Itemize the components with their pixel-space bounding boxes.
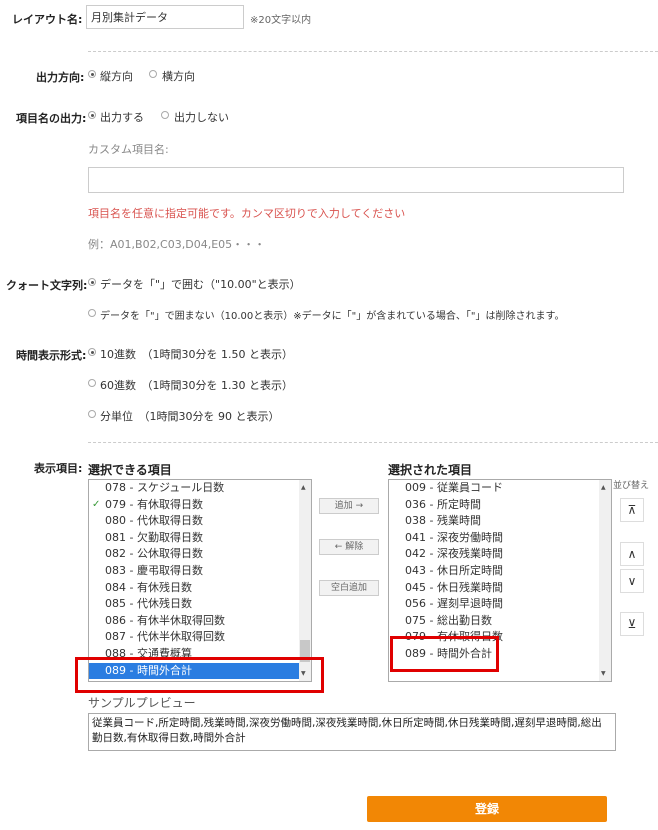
quote-no-radio[interactable] [88,309,96,317]
quote-yes-label: データを「"」で囲む（"10.00"と表示） [100,278,301,291]
layout-name-label: レイアウト名: [12,13,83,26]
time-sexagesimal-label: 60進数 （1時間30分を 1.30 と表示） [100,379,293,392]
header-output-no-radio[interactable] [161,111,169,119]
available-items-listbox[interactable]: 078 - スケジュール日数 ✓ 079 - 有休取得日数 080 - 代休取得日数 0… [88,479,312,682]
available-item-label: 082 - 公休取得日数 [105,547,203,561]
scroll-up-icon[interactable]: ▲ [301,484,306,491]
direction-horizontal-label: 横方向 [162,70,195,83]
quote-label: クォート文字列: [6,279,88,292]
selected-item[interactable]: 045 - 休日残業時間 [389,580,503,597]
quote-yes-radio[interactable] [88,278,96,286]
available-item[interactable]: 082 - 公休取得日数 [89,546,299,563]
available-item-label: 083 - 慶弔取得日数 [105,564,203,577]
preview-label: サンプルプレビュー [88,696,196,710]
direction-vertical-label: 縦方向 [100,70,133,83]
available-item[interactable]: 084 - 有休残日数 [89,580,299,597]
move-down-button[interactable]: ∨ [620,569,644,593]
available-item-label: 079 - 有休取得日数 [105,497,203,511]
check-icon: ✓ [92,498,101,510]
output-direction-label: 出力方向: [36,71,85,84]
available-item[interactable]: 080 - 代休取得日数 [89,513,299,530]
direction-vertical-radio[interactable] [88,70,96,78]
selected-items-scrollbar[interactable]: ▲ ▼ [599,480,611,681]
time-decimal-label: 10進数 （1時間30分を 1.50 と表示） [100,348,293,361]
selected-item[interactable]: 038 - 残業時間 [389,513,481,530]
selected-item[interactable]: 036 - 所定時間 [389,497,481,514]
available-item-label: 085 - 代休残日数 [105,597,192,611]
selected-item[interactable]: 042 - 深夜残業時間 [389,546,503,563]
time-minutes-label: 分単位 （1時間30分を 90 と表示） [100,410,280,423]
header-output-no-label: 出力しない [174,111,229,124]
display-items-label: 表示項目: [34,462,83,475]
selected-item[interactable]: 041 - 深夜労働時間 [389,530,503,547]
available-item-label: 080 - 代休取得日数 [105,514,203,528]
add-button[interactable]: 追加 → [319,498,379,514]
selected-item[interactable]: 075 - 総出勤日数 [389,613,492,630]
scroll-up-icon[interactable]: ▲ [601,484,606,491]
available-item[interactable]: 085 - 代休残日数 [89,596,299,613]
selected-item[interactable]: 056 - 遅刻早退時間 [389,596,503,613]
time-format-label: 時間表示形式: [16,349,87,362]
available-item-label: 084 - 有休残日数 [105,580,192,594]
time-minutes-radio[interactable] [88,410,96,418]
available-item-label: 087 - 代休半休取得回数 [105,630,225,644]
highlight-selected-item [390,636,499,672]
move-bottom-button[interactable]: ⊻ [620,612,644,636]
time-sexagesimal-radio[interactable] [88,379,96,387]
time-decimal-radio[interactable] [88,348,96,356]
layout-name-hint: ※20文字以内 [250,15,312,26]
available-item-label: 081 - 欠勤取得日数 [105,530,203,544]
available-items-scrollbar[interactable]: ▲ ▼ [299,480,311,681]
divider [88,51,658,52]
submit-button[interactable]: 登録 [367,796,607,822]
available-items-title: 選択できる項目 [88,463,172,477]
available-item[interactable]: 078 - スケジュール日数 [89,480,299,497]
move-top-button[interactable]: ⊼ [620,498,644,522]
move-up-button[interactable]: ∧ [620,542,644,566]
custom-header-input[interactable] [88,167,624,193]
blank-add-button[interactable]: 空白追加 [319,580,379,596]
available-item[interactable]: ✓ 079 - 有休取得日数 [89,497,299,514]
highlight-available-selected [75,657,324,693]
custom-header-label: カスタム項目名: [88,143,169,156]
available-item[interactable]: 083 - 慶弔取得日数 [89,563,299,580]
selected-item[interactable]: 043 - 休日所定時間 [389,563,503,580]
custom-header-warning: 項目名を任意に指定可能です。カンマ区切りで入力してください [88,207,406,220]
header-output-yes-label: 出力する [100,111,144,124]
available-item[interactable]: 081 - 欠勤取得日数 [89,530,299,547]
direction-horizontal-radio[interactable] [149,70,157,78]
quote-no-label: データを「"」で囲まない（10.00と表示）※データに「"」が含まれている場合、… [100,311,565,322]
available-item[interactable]: 086 - 有休半休取得回数 [89,613,299,630]
selected-items-title: 選択された項目 [388,463,473,477]
divider [88,442,658,443]
available-item-label: 086 - 有休半休取得回数 [105,613,225,627]
custom-header-example: 例：A01,B02,C03,D04,E05・・・ [88,238,266,251]
selected-item[interactable]: 009 - 従業員コード [389,480,503,497]
available-item-label: 078 - スケジュール日数 [105,481,225,494]
scroll-down-icon[interactable]: ▼ [601,670,606,677]
header-output-label: 項目名の出力: [16,112,87,125]
remove-button[interactable]: ← 解除 [319,539,379,555]
available-item[interactable]: 087 - 代休半休取得回数 [89,629,299,646]
layout-name-input[interactable] [86,5,244,29]
preview-textarea[interactable]: 従業員コード,所定時間,残業時間,深夜労働時間,深夜残業時間,休日所定時間,休日… [88,713,616,751]
sort-label: 並び替え [613,481,650,491]
header-output-yes-radio[interactable] [88,111,96,119]
